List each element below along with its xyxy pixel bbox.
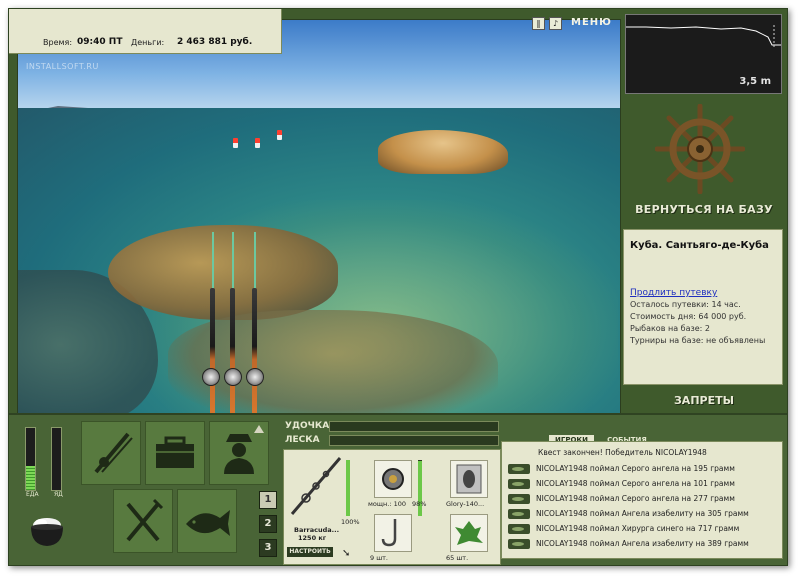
day-cost: Стоимость дня: 64 000 руб. (630, 312, 747, 321)
money-value: 2 463 881 руб. (177, 37, 253, 47)
list-item: NICOLAY1948 поймал Ангела изабелиту на 3… (508, 538, 776, 551)
fork-knife-icon (126, 498, 164, 542)
extend-trip-link[interactable]: Продлить путевку (630, 288, 717, 298)
reel-power: мощн.: 100 (368, 500, 406, 508)
reel-percent: 98% (412, 500, 427, 508)
setup-button[interactable]: НАСТРОИТЬ (287, 547, 333, 557)
list-item: NICOLAY1948 поймал Серого ангела на 195 … (508, 463, 776, 476)
time-label: Время: (43, 38, 73, 47)
rod-tip-3 (254, 232, 256, 292)
buoy-2[interactable] (255, 138, 260, 148)
time-value: 09:40 ПТ (77, 37, 123, 47)
reel-1[interactable] (202, 368, 220, 386)
rod-percent: 100% (341, 518, 360, 526)
events-panel: ИГРОКИ СОБЫТИЯ Квест закончен! Победител… (501, 417, 783, 565)
food-bar-fill (26, 466, 35, 490)
hook-slot[interactable] (374, 514, 412, 552)
quest-finished: Квест закончен! Победитель NICOLAY1948 (538, 448, 707, 457)
rod-weight: 1250 кг (298, 534, 327, 542)
bait-name: Glory-140... (446, 500, 485, 508)
food-tile[interactable] (113, 489, 173, 553)
rods-tile[interactable] (81, 421, 141, 485)
hook-count: 9 шт. (370, 554, 389, 562)
sonar-display: 3,5 m (625, 14, 782, 94)
depth-readout: 3,5 m (739, 76, 771, 87)
cauldron-icon[interactable] (27, 515, 67, 549)
ship-wheel-icon[interactable] (655, 104, 745, 194)
reel-icon (382, 468, 404, 490)
rod-2[interactable] (230, 288, 235, 418)
fish-icon (508, 494, 530, 504)
game-window: INSTALLSOFT.RU Время: 09:40 ПТ Деньги: 2… (8, 8, 788, 566)
page-button-1[interactable]: 1 (259, 491, 277, 509)
rod-preview-icon[interactable] (288, 454, 342, 518)
groundbait-count: 65 шт. (446, 554, 469, 562)
bait-slot[interactable] (450, 460, 488, 498)
rod-tip-1 (212, 232, 214, 292)
scroll-up-arrow[interactable] (254, 425, 264, 433)
rod-3[interactable] (252, 288, 257, 418)
list-item: NICOLAY1948 поймал Серого ангела на 277 … (508, 493, 776, 506)
reel-2[interactable] (224, 368, 242, 386)
location-panel: Куба. Сантьяго-де-Куба Продлить путевку … (623, 229, 783, 385)
line-label: ЛЕСКА (285, 435, 320, 445)
rod-condition-bar (346, 460, 350, 516)
events-list: Квест закончен! Победитель NICOLAY1948 N… (501, 441, 783, 559)
fishing-scene[interactable]: INSTALLSOFT.RU (17, 19, 621, 419)
watermark: INSTALLSOFT.RU (26, 62, 99, 71)
tackle-box-tile[interactable] (145, 421, 205, 485)
fish-icon (508, 524, 530, 534)
food-label: ЕДА (26, 491, 39, 498)
fishers-count: Рыбаков на базе: 2 (630, 324, 710, 333)
resize-arrow-icon[interactable]: ➘ (342, 548, 350, 559)
fish-icon (508, 509, 530, 519)
fish-icon (508, 464, 530, 474)
info-panel: Время: 09:40 ПТ Деньги: 2 463 881 руб. (9, 9, 282, 54)
return-to-base-button[interactable]: ВЕРНУТЬСЯ НА БАЗУ (625, 203, 783, 216)
list-item: NICOLAY1948 поймал Ангела изабелиту на 3… (508, 508, 776, 521)
menu-button[interactable]: МЕНЮ (571, 17, 612, 28)
buoy-1[interactable] (233, 138, 238, 148)
list-item: NICOLAY1948 поймал Серого ангела на 101 … (508, 478, 776, 491)
rod-label: УДОЧКА (285, 421, 330, 431)
rock-center (108, 225, 338, 320)
rod-1[interactable] (210, 288, 215, 418)
buoy-3[interactable] (277, 130, 282, 140)
fish-icon (508, 539, 530, 549)
poison-bar (51, 427, 62, 491)
reel-3[interactable] (246, 368, 264, 386)
poison-label: ЯД (54, 491, 63, 498)
rod-tip-2 (232, 232, 234, 292)
rod-strain-bar (329, 421, 499, 432)
page-button-2[interactable]: 2 (259, 515, 277, 533)
groundbait-icon (455, 521, 483, 545)
hook-icon (381, 519, 397, 547)
lure-icon (456, 464, 482, 494)
boulder (378, 130, 508, 174)
list-item: NICOLAY1948 поймал Хирурга синего на 717… (508, 523, 776, 536)
sound-icon[interactable]: ♪ (549, 17, 562, 30)
groundbait-slot[interactable] (450, 514, 488, 552)
bans-button[interactable]: ЗАПРЕТЫ (625, 394, 783, 407)
food-bar (25, 427, 36, 491)
pause-icon[interactable]: ‖ (532, 17, 545, 30)
rod-icon (94, 432, 133, 474)
page-button-3[interactable]: 3 (259, 539, 277, 557)
location-title: Куба. Сантьяго-де-Куба (630, 240, 769, 251)
tackle-box-icon (156, 436, 194, 468)
trip-remaining: Осталось путевки: 14 час. (630, 300, 741, 309)
fish-icon (186, 510, 230, 536)
fish-icon (508, 479, 530, 489)
money-label: Деньги: (131, 38, 165, 47)
tournaments: Турниры на базе: не объявлены (630, 336, 766, 345)
fish-tile[interactable] (177, 489, 237, 553)
line-strain-bar (329, 435, 499, 446)
reel-slot[interactable] (374, 460, 412, 498)
rock-bottom (168, 310, 498, 418)
rod-name: Barracuda... (294, 526, 340, 534)
